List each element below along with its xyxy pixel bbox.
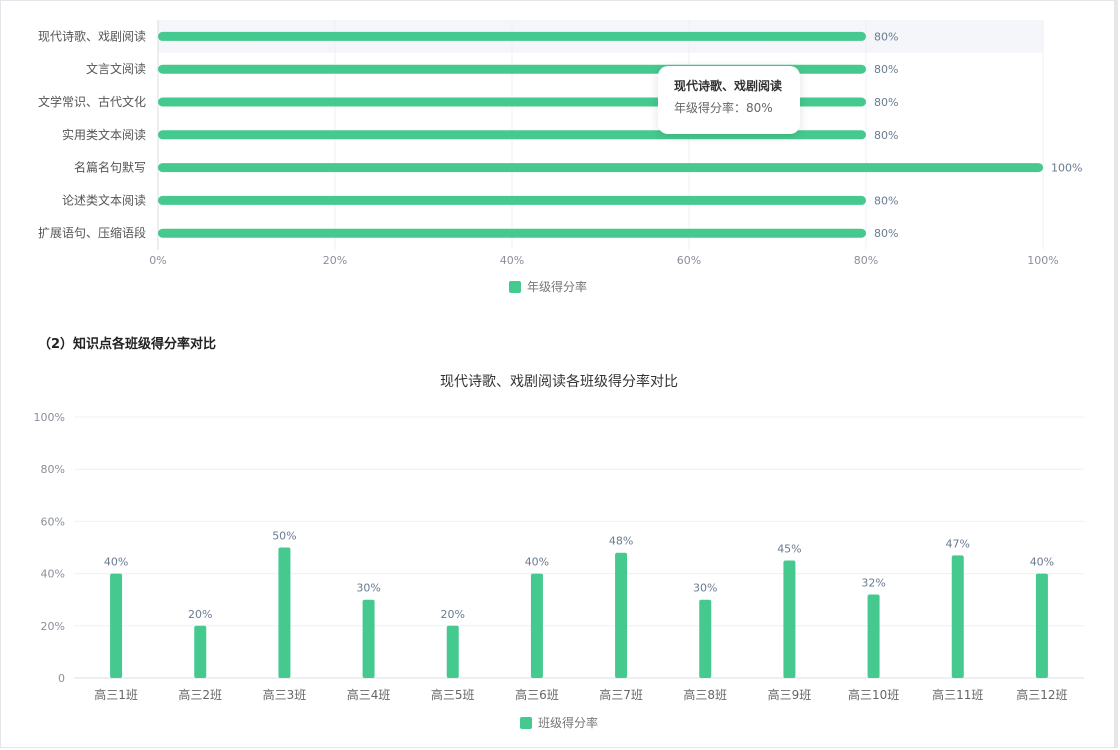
bar-value-label: 80% [874,129,898,142]
bar-value-label: 30% [693,582,717,595]
legend-label: 班级得分率 [538,715,598,730]
bar [158,195,866,205]
bar [446,625,459,678]
tooltip-separator: ： [734,101,747,115]
bar-value-label: 48% [609,535,633,548]
bar-value-label: 80% [874,63,898,76]
category-label: 高三12班 [1016,687,1067,702]
category-label: 名篇名句默写 [74,160,146,175]
legend-swatch [520,717,532,729]
bar-value-label: 80% [874,30,898,43]
bar [158,228,866,238]
bar [783,560,796,678]
bar [699,599,712,678]
category-label: 高三3班 [263,687,307,702]
bar [362,599,375,678]
category-label: 文学常识、古代文化 [38,94,146,109]
y-tick-label: 80% [41,463,65,476]
y-tick-label: 20% [41,620,65,633]
bar-value-label: 80% [874,96,898,109]
bar-value-label: 40% [525,556,549,569]
bar-value-label: 80% [874,227,898,240]
category-label: 扩展语句、压缩语段 [38,225,146,240]
category-label: 高三10班 [848,687,899,702]
bar [951,555,964,678]
bar [1035,573,1048,678]
bar-value-label: 20% [441,608,465,621]
bar [615,552,628,678]
category-label: 现代诗歌、戏剧阅读 [38,28,146,43]
legend-swatch [509,281,521,293]
charts-canvas: 0% 20% 40% 60% 80% 100% 现代诗歌、戏剧阅读 80% 文言文阅读 80% 文学… [34,20,1084,730]
bar [530,573,543,678]
bar-value-label: 80% [874,194,898,207]
class-score-rate-chart: 现代诗歌、戏剧阅读各班级得分率对比 0 20% 40% 60% 80% 100% 40% 高三1… [34,373,1084,730]
x-tick-label: 100% [1027,254,1058,267]
y-tick-label: 60% [41,515,65,528]
x-tick-label: 20% [323,254,347,267]
grade-score-rate-chart: 0% 20% 40% 60% 80% 100% 现代诗歌、戏剧阅读 80% 文言文阅读 80% 文学… [38,20,1082,294]
bar-value-label: 40% [1030,556,1054,569]
bar-value-label: 30% [356,582,380,595]
x-tick-label: 0% [149,254,166,267]
y-tick-label: 100% [34,411,65,424]
section-title: （2）知识点各班级得分率对比 [38,337,217,352]
bar-value-label: 47% [946,537,970,550]
x-tick-label: 80% [854,254,878,267]
bar [194,625,207,678]
category-label: 高三2班 [178,687,222,702]
y-tick-label: 40% [41,568,65,581]
category-label: 高三7班 [599,687,643,702]
bar-value-label: 45% [777,543,801,556]
bar-value-label: 100% [1051,162,1082,175]
tooltip-row: 年级得分率：80% [674,101,800,115]
bar-value-label: 32% [861,576,885,589]
chart-tooltip: 现代诗歌、戏剧阅读 年级得分率：80% [658,66,800,134]
legend-label: 年级得分率 [527,279,587,294]
tooltip-title: 现代诗歌、戏剧阅读 [674,79,783,93]
bar [158,163,1043,173]
y-tick-label: 0 [58,672,65,685]
category-label: 高三8班 [683,687,727,702]
x-tick-label: 60% [677,254,701,267]
category-label: 高三1班 [94,687,138,702]
category-label: 高三11班 [932,687,983,702]
category-label: 高三9班 [768,687,812,702]
category-label: 论述类文本阅读 [62,192,146,207]
x-tick-label: 40% [500,254,524,267]
category-label: 高三4班 [347,687,391,702]
tooltip-value: 80% [746,101,773,115]
category-label: 高三6班 [515,687,559,702]
tooltip-series-label: 年级得分率 [674,101,735,115]
bar [867,594,880,678]
chart-title: 现代诗歌、戏剧阅读各班级得分率对比 [440,373,678,390]
bar [278,547,291,678]
category-label: 实用类文本阅读 [62,127,146,142]
bar [110,573,123,678]
category-label: 文言文阅读 [86,61,146,76]
bar [158,31,866,41]
bar-value-label: 40% [104,556,128,569]
bar-value-label: 50% [272,530,296,543]
bar-value-label: 20% [188,608,212,621]
category-label: 高三5班 [431,687,475,702]
